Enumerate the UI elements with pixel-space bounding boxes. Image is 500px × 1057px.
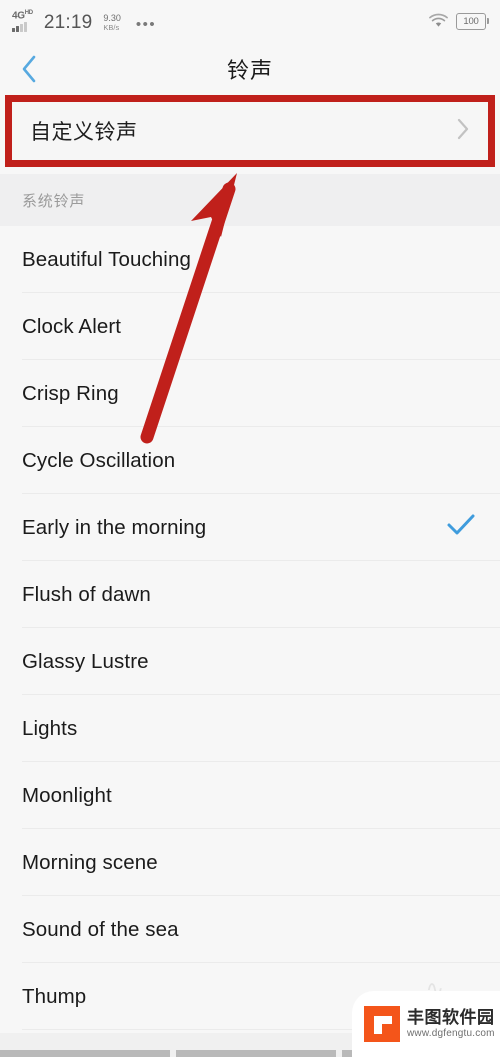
signal-bars-icon [12,21,27,32]
ringtone-list-item[interactable]: Cycle Oscillation [0,427,500,494]
ringtone-name: Moonlight [22,783,112,807]
app-header: 铃声 [0,42,500,96]
battery-level-label: 100 [463,15,479,27]
ringtone-list-item[interactable]: Morning scene [0,829,500,896]
site-watermark: 丰图软件园 www.dgfengtu.com [352,991,500,1057]
phone-screen: 4GHD 21:19 9.30 KB/s ••• 100 铃声 自定义铃声 系统… [0,0,500,1057]
ringtone-name: Early in the morning [22,515,207,539]
section-header-system-ringtones: 系统铃声 [0,174,500,226]
chevron-right-icon [456,117,470,146]
ringtone-name: Flush of dawn [22,582,151,606]
ringtone-list-item[interactable]: Flush of dawn [0,561,500,628]
status-bar-right: 100 [428,12,489,30]
custom-ringtone-label: 自定义铃声 [30,121,138,144]
fengtu-logo-icon [364,1006,400,1042]
ringtone-list-item[interactable]: Crisp Ring [0,360,500,427]
signal-indicator: 4GHD [12,10,33,32]
network-hd-badge: HD [24,10,33,17]
ringtone-list-item[interactable]: Beautiful Touching [0,226,500,293]
wifi-icon [429,13,448,27]
ringtone-list-item[interactable]: Moonlight [0,762,500,829]
battery-icon: 100 [456,12,489,30]
custom-ringtone-row[interactable]: 自定义铃声 [12,102,488,160]
watermark-text: 丰图软件园 www.dgfengtu.com [407,1008,495,1041]
network-speed-unit: KB/s [103,22,120,32]
ringtone-name: Cycle Oscillation [22,448,176,472]
nav-segment-1[interactable] [0,1050,170,1057]
status-time: 21:19 [43,11,93,33]
custom-ringtone-highlight: 自定义铃声 [5,95,495,167]
more-dots-icon: ••• [135,15,157,33]
watermark-url: www.dgfengtu.com [407,1028,495,1040]
ringtone-list-item[interactable]: Lights [0,695,500,762]
section-header-label: 系统铃声 [22,192,86,210]
ringtone-name: Glassy Lustre [22,649,149,673]
check-icon [446,513,476,542]
ringtone-name: Crisp Ring [22,381,119,405]
ringtone-list-item[interactable]: Early in the morning [0,494,500,561]
ringtone-list-item[interactable]: Sound of the sea [0,896,500,963]
network-speed: 9.30 KB/s [103,13,121,32]
ringtone-name: Lights [22,716,78,740]
ringtone-name: Thump [22,984,87,1008]
ringtone-list-item[interactable]: Clock Alert [0,293,500,360]
ringtone-name: Sound of the sea [22,917,179,941]
nav-segment-2[interactable] [176,1050,336,1057]
watermark-brand: 丰图软件园 [407,1007,495,1027]
ringtone-list-item[interactable]: Glassy Lustre [0,628,500,695]
status-bar: 4GHD 21:19 9.30 KB/s ••• 100 [0,0,500,42]
ringtone-name: Clock Alert [22,314,122,338]
page-title: 铃声 [226,58,273,83]
ringtone-name: Beautiful Touching [22,247,191,271]
ringtone-list: Beautiful Touching Clock Alert Crisp Ring C… [0,226,500,1030]
status-bar-left: 4GHD 21:19 9.30 KB/s ••• [12,10,157,33]
ringtone-name: Morning scene [22,850,158,874]
network-type-text: 4G [12,10,25,22]
network-type-label: 4GHD [12,10,33,21]
